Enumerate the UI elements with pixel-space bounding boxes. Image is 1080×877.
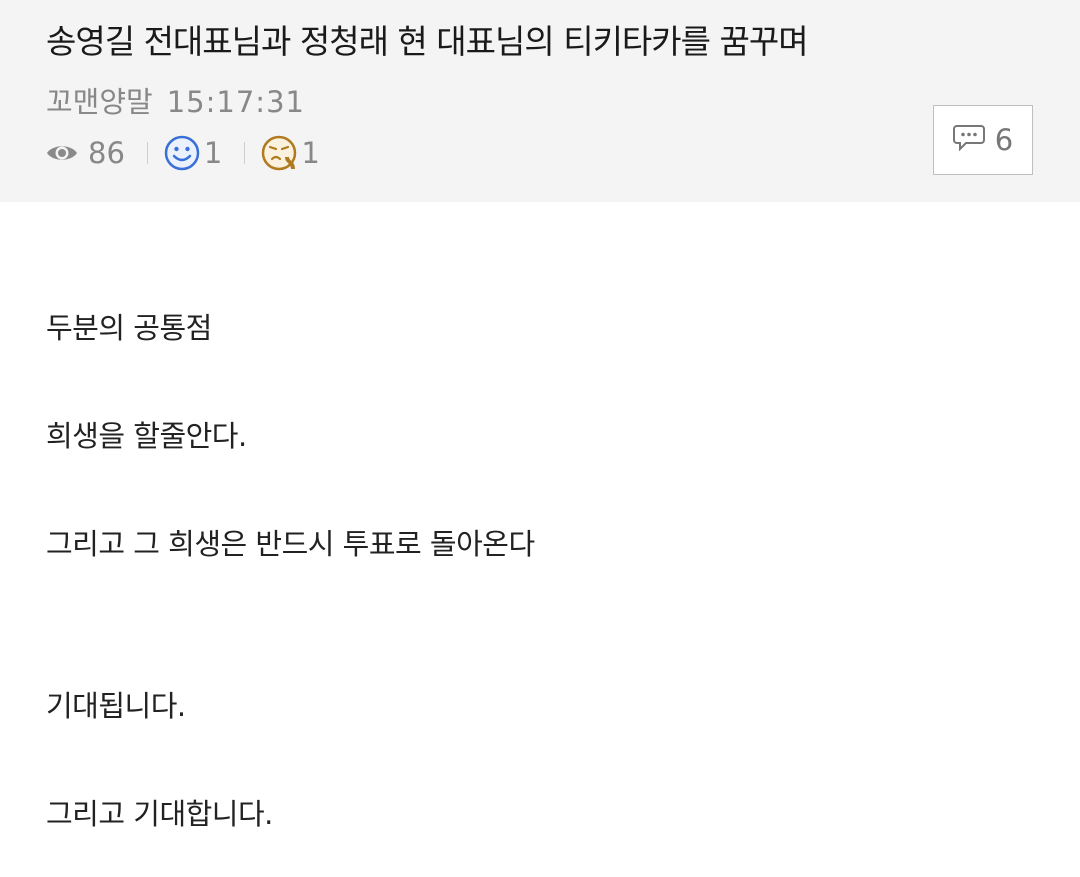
disgusted-face-icon[interactable] [261, 135, 299, 171]
body-line: 그리고 기대합니다. [46, 797, 273, 831]
dislike-count: 1 [301, 136, 320, 170]
stats-divider [146, 142, 148, 164]
post-stats: 86 1 1 [46, 132, 320, 174]
speech-bubble-icon [952, 123, 985, 158]
post-title: 송영길 전대표님과 정청래 현 대표님의 티키타카를 꿈꾸며 [46, 22, 809, 61]
body-line: 기대됩니다. [46, 689, 186, 723]
view-count: 86 [88, 136, 125, 170]
body-line: 두분의 공통점 [46, 311, 212, 345]
body-line: 그리고 그 희생은 반드시 투표로 돌아온다 [46, 527, 535, 561]
comment-count-button[interactable]: 6 [933, 105, 1033, 175]
author-name[interactable]: 꼬맨양말 [46, 85, 153, 119]
like-count: 1 [203, 136, 223, 170]
body-line: 희생을 할줄안다. [46, 419, 247, 453]
post-time: 15:17:31 [166, 85, 305, 119]
eye-icon [46, 142, 78, 164]
post-meta: 꼬맨양말 15:17:31 [46, 82, 305, 122]
post-header: 송영길 전대표님과 정청래 현 대표님의 티키타카를 꿈꾸며 꼬맨양말 15:17… [0, 0, 1080, 202]
comment-count: 6 [994, 123, 1014, 157]
smiley-face-icon[interactable] [164, 135, 200, 171]
stats-divider [244, 142, 246, 164]
